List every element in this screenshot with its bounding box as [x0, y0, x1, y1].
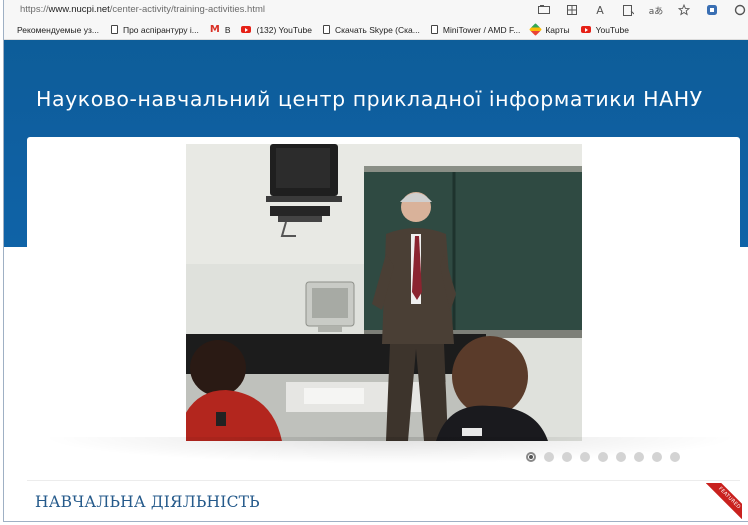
slider-dot[interactable] — [616, 452, 626, 462]
youtube-icon — [580, 26, 591, 33]
bookmark-youtube-132[interactable]: (132) YouTube — [241, 24, 312, 35]
bookmark-label: Про аспірантуру і... — [122, 24, 199, 35]
doc-icon — [430, 25, 438, 34]
grid-icon[interactable] — [564, 2, 580, 18]
slider-dot[interactable] — [670, 452, 680, 462]
url-path: /center-activity/training-activities.htm… — [109, 4, 265, 15]
bookmark-youtube[interactable]: YouTube — [580, 24, 629, 35]
slider-dot[interactable] — [526, 452, 536, 462]
classroom-photo — [186, 144, 582, 441]
bookmark-label: Рекомендуемые уз... — [17, 24, 99, 35]
browser-window: https://www.nucpi.net/center-activity/tr… — [3, 0, 748, 522]
slider-dot[interactable] — [580, 452, 590, 462]
featured-badge: FEATURED — [706, 483, 742, 519]
bookmark-maps[interactable]: Карты — [529, 23, 570, 36]
url-host: www.nucpi.net — [48, 4, 110, 15]
immersive-reader-icon[interactable] — [620, 2, 636, 18]
bookmarks-bar: Рекомендуемые уз... Про аспірантуру і...… — [4, 20, 748, 40]
extension-icon[interactable] — [704, 2, 720, 18]
bookmark-label: MiniTower / AMD F... — [442, 24, 521, 35]
translate-icon[interactable]: aあ — [648, 2, 664, 18]
content-card: НАВЧАЛЬНА ДІЯЛЬНІСТЬ FEATURED — [27, 137, 742, 521]
bookmark-label: Скачать Skype (Ска... — [334, 24, 420, 35]
address-bar[interactable]: https://www.nucpi.net/center-activity/tr… — [4, 0, 748, 21]
section-divider — [27, 480, 740, 481]
bookmark-label: Карты — [545, 24, 570, 35]
tab-icon[interactable] — [536, 2, 552, 18]
read-aloud-icon[interactable]: A — [592, 2, 608, 18]
bookmark-postgrad[interactable]: Про аспірантуру і... — [110, 24, 199, 35]
slider-dot[interactable] — [544, 452, 554, 462]
slide-image[interactable] — [186, 144, 582, 441]
site-title[interactable]: Науково-навчальний центр прикладної інфо… — [36, 87, 703, 111]
bookmark-label: (132) YouTube — [256, 24, 312, 35]
section-title[interactable]: НАВЧАЛЬНА ДІЯЛЬНІСТЬ — [35, 493, 260, 511]
slider-dot[interactable] — [562, 452, 572, 462]
slider-pagination — [526, 452, 688, 462]
youtube-icon — [241, 26, 252, 33]
slider-dot[interactable] — [598, 452, 608, 462]
slider-dot[interactable] — [652, 452, 662, 462]
featured-ribbon-label: FEATURED — [706, 483, 742, 519]
bookmark-minitower[interactable]: MiniTower / AMD F... — [430, 24, 521, 35]
url-prefix: https:// — [20, 4, 49, 15]
favorite-add-icon[interactable] — [676, 2, 692, 18]
bookmark-gmail[interactable]: M В — [209, 23, 231, 35]
address-bar-actions: A aあ — [536, 1, 748, 19]
url-text[interactable]: https://www.nucpi.net/center-activity/tr… — [20, 4, 265, 15]
doc-icon — [110, 25, 118, 34]
bookmark-skype[interactable]: Скачать Skype (Ска... — [322, 24, 420, 35]
gmail-icon: M — [209, 23, 220, 35]
doc-icon — [322, 25, 330, 34]
bookmark-label: YouTube — [595, 24, 629, 35]
bookmark-label: В — [224, 24, 231, 35]
bookmark-recommended[interactable]: Рекомендуемые уз... — [17, 25, 99, 35]
maps-icon — [529, 23, 543, 36]
settings-icon[interactable] — [732, 2, 748, 18]
slider-dot[interactable] — [634, 452, 644, 462]
